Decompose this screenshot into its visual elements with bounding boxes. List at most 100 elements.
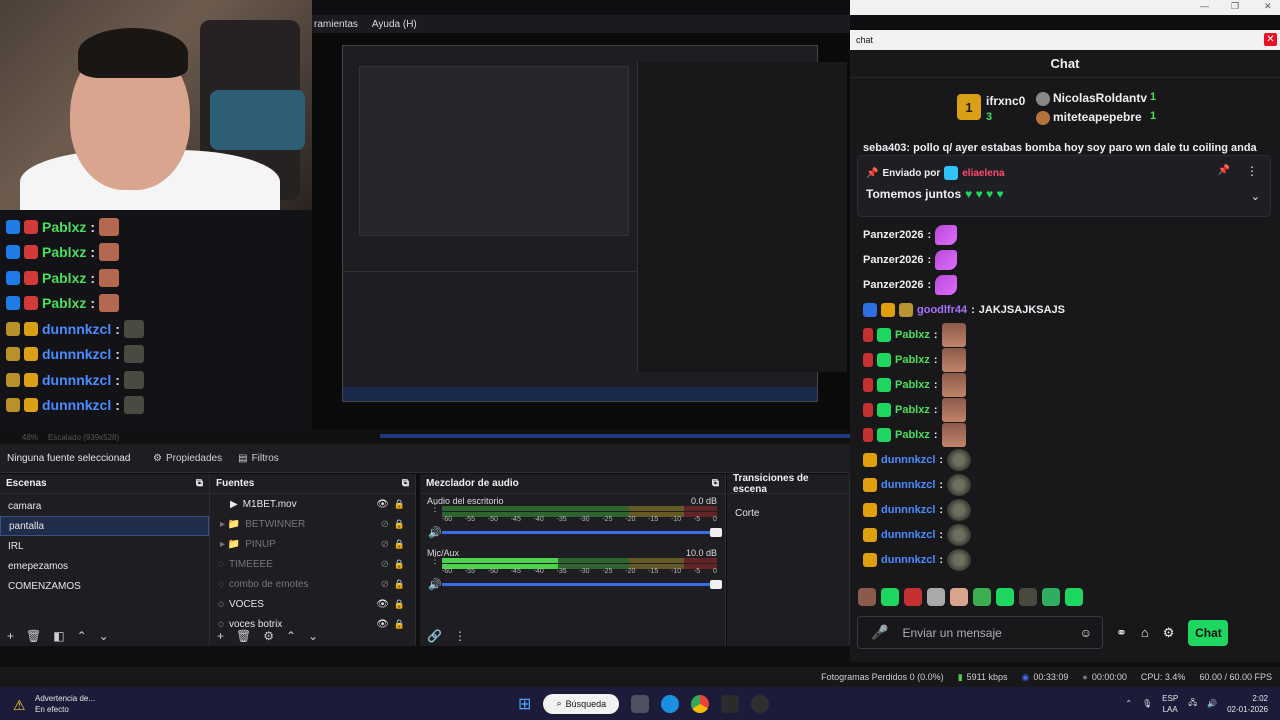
volume-slider[interactable] <box>442 580 722 589</box>
emoji-icon[interactable]: ☺ <box>1080 626 1102 640</box>
source-item[interactable]: ▶ M1BET.mov 👁 🔒 <box>210 494 415 514</box>
eye-off-icon[interactable]: ⊘ <box>381 539 389 550</box>
taskbar-warning[interactable]: ⚠ Advertencia de... En efecto <box>0 693 400 715</box>
chat-username[interactable]: Pablxz <box>895 379 930 391</box>
dock-float-icon[interactable]: ⧉ <box>712 478 719 489</box>
chat-input[interactable]: 🎤 Enviar un mensaje ☺ <box>857 616 1103 649</box>
eye-off-icon[interactable]: ⊘ <box>381 559 389 570</box>
emote-icon[interactable] <box>881 588 899 606</box>
minimize-icon[interactable]: — <box>1200 1 1209 11</box>
chat-username[interactable]: Panzer2026 <box>863 254 924 266</box>
chat-username[interactable]: dunnnkzcl <box>881 454 935 466</box>
emote-icon[interactable] <box>1019 588 1037 606</box>
pinned-user[interactable]: eliaelena <box>962 168 1004 179</box>
eye-off-icon[interactable]: ⊘ <box>381 519 389 530</box>
chat-username[interactable]: Pablxz <box>895 329 930 341</box>
source-item[interactable]: ◌ TIMEEEE ⊘ 🔒 <box>210 554 415 574</box>
gear-icon[interactable]: ⚙ <box>1163 625 1175 641</box>
chat-username[interactable]: goodlfr44 <box>917 304 967 316</box>
preview-scrollbar[interactable] <box>380 434 850 438</box>
microphone-icon[interactable]: 🎙 <box>1142 699 1152 708</box>
unpin-icon[interactable]: 📌 <box>1218 165 1230 176</box>
emote-icon[interactable] <box>927 588 945 606</box>
channel-points-icon[interactable]: ⚭ <box>1116 625 1127 641</box>
close-icon[interactable]: ✕ <box>1264 1 1272 12</box>
eye-off-icon[interactable]: ⊘ <box>381 579 389 590</box>
lock-icon[interactable]: 🔒 <box>394 519 405 530</box>
scene-item[interactable]: emepezamos <box>0 556 209 576</box>
source-item[interactable]: ◌ VOCES 👁 🔒 <box>210 594 415 614</box>
volume-slider[interactable] <box>442 528 722 537</box>
eye-icon[interactable]: 👁 <box>376 599 389 610</box>
chat-username[interactable]: Panzer2026 <box>863 279 924 291</box>
volume-icon[interactable]: 🔊 <box>428 578 442 591</box>
obs-icon[interactable] <box>751 694 770 713</box>
track-menu-icon[interactable]: ⋮ <box>430 504 440 514</box>
lock-icon[interactable]: 🔒 <box>394 599 405 610</box>
emote-icon[interactable] <box>950 588 968 606</box>
chat-username[interactable]: Pablxz <box>895 354 930 366</box>
source-item[interactable]: ▸ 📁 BETWINNER ⊘ 🔒 <box>210 514 415 534</box>
chat-username[interactable]: Pablxz <box>895 429 930 441</box>
menu-tools[interactable]: ramientas <box>314 19 358 30</box>
chat-username[interactable]: Pablxz <box>895 404 930 416</box>
chevron-down-icon[interactable]: ⌄ <box>1251 190 1260 203</box>
edge-icon[interactable] <box>661 694 680 713</box>
leader-2-name[interactable]: NicolasRoldantv <box>1053 91 1147 105</box>
chat-username[interactable]: Panzer2026 <box>863 229 924 241</box>
close-icon[interactable]: ✕ <box>1264 33 1277 46</box>
chat-send-button[interactable]: Chat <box>1188 619 1229 646</box>
properties-button[interactable]: ⚙ Propiedades <box>145 453 230 464</box>
slider-handle[interactable] <box>710 528 722 537</box>
source-item[interactable]: ◌ combo de emotes ⊘ 🔒 <box>210 574 415 594</box>
scene-item[interactable]: IRL <box>0 536 209 556</box>
taskbar-search[interactable]: ⌕ Búsqueda <box>543 693 620 714</box>
lock-icon[interactable]: 🔒 <box>394 579 405 590</box>
store-icon[interactable]: ⌂ <box>1141 625 1149 640</box>
leader-1-name[interactable]: ifrxnc0 <box>986 94 1025 108</box>
emote-icon[interactable] <box>858 588 876 606</box>
lock-icon[interactable]: 🔒 <box>394 499 405 510</box>
add-icon[interactable]: + <box>7 629 14 643</box>
dock-float-icon[interactable]: ⧉ <box>402 478 409 489</box>
add-icon[interactable]: + <box>217 629 224 643</box>
scale-label[interactable]: Escalado (939x528) <box>48 433 119 442</box>
epic-games-icon[interactable] <box>721 694 740 713</box>
trash-icon[interactable]: 🗑 <box>236 629 251 643</box>
emote-icon[interactable] <box>904 588 922 606</box>
trash-icon[interactable]: 🗑 <box>26 629 41 643</box>
network-icon[interactable]: 🖧 <box>1188 697 1197 711</box>
clock[interactable]: 2:02 02-01-2026 <box>1227 693 1268 715</box>
microphone-icon[interactable]: 🎤 <box>871 624 888 641</box>
chevron-down-icon[interactable]: ⌄ <box>99 629 109 643</box>
dock-float-icon[interactable]: ⧉ <box>196 478 203 489</box>
slider-handle[interactable] <box>710 580 722 589</box>
chevron-up-icon[interactable]: ⌃ <box>77 629 87 643</box>
chat-username[interactable]: dunnnkzcl <box>881 504 935 516</box>
gear-icon[interactable]: ⚙ <box>263 629 274 643</box>
emote-icon[interactable] <box>1042 588 1060 606</box>
maximize-icon[interactable]: ❐ <box>1231 1 1239 12</box>
scene-item[interactable]: camara <box>0 496 209 516</box>
transition-select[interactable]: Corte <box>732 504 844 522</box>
track-menu-icon[interactable]: ⋮ <box>430 556 440 566</box>
emote-icon[interactable] <box>973 588 991 606</box>
chrome-icon[interactable] <box>691 694 710 713</box>
chevron-up-icon[interactable]: ⌃ <box>1125 699 1132 708</box>
link-icon[interactable]: 🔗 <box>427 629 442 643</box>
emote-icon[interactable] <box>996 588 1014 606</box>
emote-icon[interactable] <box>1065 588 1083 606</box>
chat-username[interactable]: dunnnkzcl <box>881 554 935 566</box>
volume-icon[interactable]: 🔊 <box>428 526 442 539</box>
leader-3-name[interactable]: miteteарepebre <box>1053 110 1142 124</box>
start-icon[interactable]: ⊞ <box>518 694 531 714</box>
chat-username[interactable]: dunnnkzcl <box>881 479 935 491</box>
more-options-icon[interactable]: ⋮ <box>1246 164 1258 178</box>
menu-dots-icon[interactable]: ⋮ <box>454 629 466 643</box>
chevron-down-icon[interactable]: ⌄ <box>308 629 318 643</box>
lock-icon[interactable]: 🔒 <box>394 539 405 550</box>
language-indicator[interactable]: ESP LAA <box>1162 693 1178 715</box>
task-view-icon[interactable] <box>631 694 650 713</box>
lock-icon[interactable]: 🔒 <box>394 559 405 570</box>
scene-item[interactable]: COMENZAMOS <box>0 576 209 596</box>
